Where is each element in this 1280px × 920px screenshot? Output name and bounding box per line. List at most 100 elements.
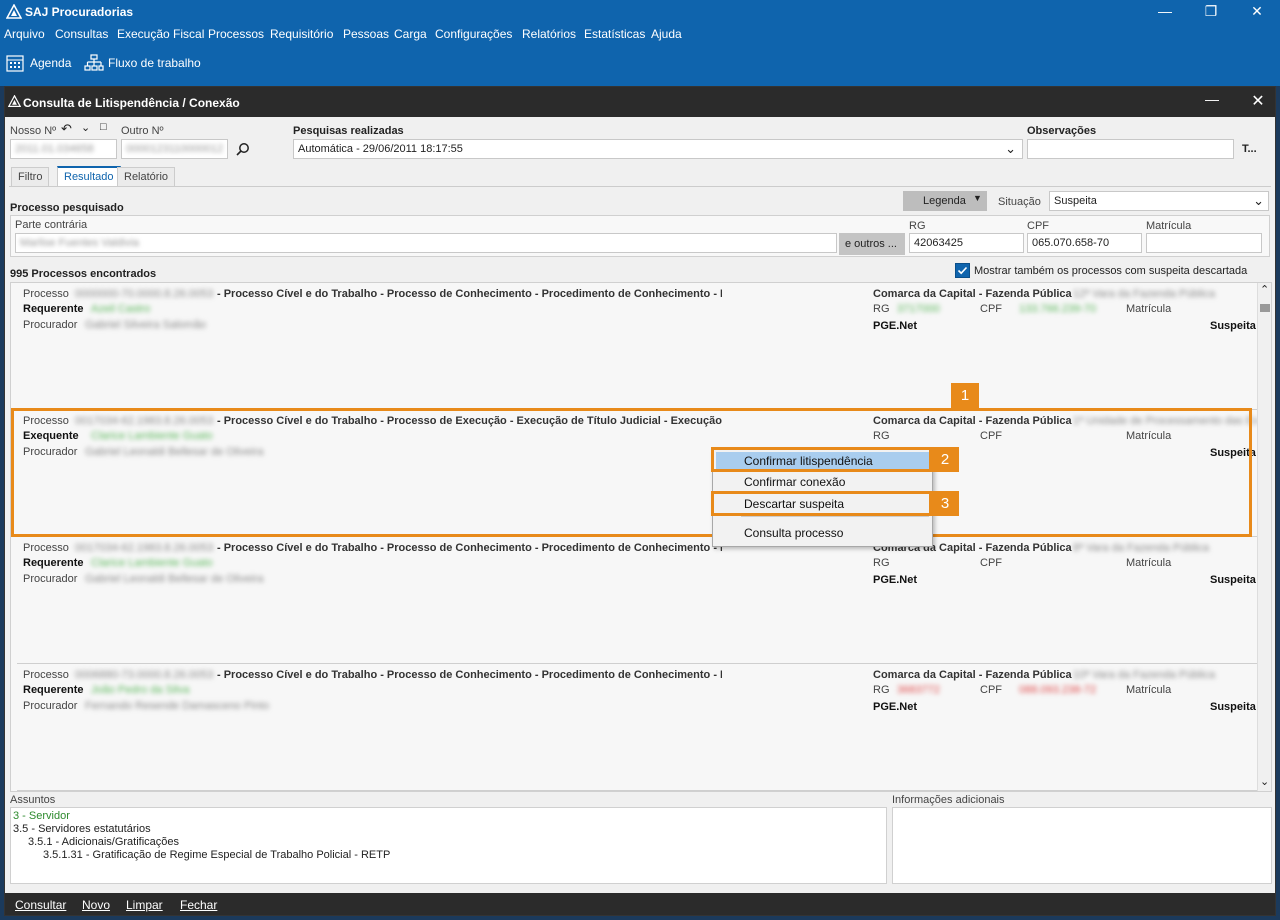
callout-1: 1 <box>951 383 979 409</box>
fluxo-trabalho-button[interactable]: Fluxo de trabalho <box>84 54 201 76</box>
search-icon[interactable] <box>236 142 250 156</box>
nosso-numero-input[interactable]: 2011.01.034658 <box>10 139 117 159</box>
procurador-name: Gabriel Silveira Salomão <box>85 319 207 331</box>
processos-count: 995 Processos encontrados <box>10 268 157 280</box>
party-name: João Pedro da Silva <box>91 684 190 696</box>
outros-button[interactable]: e outros ... <box>839 233 905 255</box>
novo-button[interactable]: Novo <box>82 898 110 912</box>
menu-separator <box>741 516 929 517</box>
procurador-label: Procurador <box>23 319 78 331</box>
menu-processos[interactable]: Processos <box>208 27 264 41</box>
rg-label: RG <box>909 220 926 232</box>
menu-estatisticas[interactable]: Estatísticas <box>584 27 645 41</box>
party-role: Requerente <box>23 684 84 696</box>
menu-item-confirmar-conexao[interactable]: Confirmar conexão <box>744 475 845 489</box>
menu-item-consulta-processo[interactable]: Consulta processo <box>744 526 843 540</box>
result-record[interactable]: Processo 0006880-73.0000.8.26.0053 - Pro… <box>17 664 1263 791</box>
mostrar-descartada-checkbox[interactable] <box>955 263 970 278</box>
menu-carga[interactable]: Carga <box>394 27 427 41</box>
processo-description: - Processo Cível e do Trabalho - Process… <box>217 288 722 300</box>
pge-net-label: PGE.Net <box>873 701 918 713</box>
processo-label: Processo <box>23 669 69 681</box>
limpar-button[interactable]: Limpar <box>126 898 163 912</box>
menu-pessoas[interactable]: Pessoas <box>343 27 389 41</box>
scroll-thumb[interactable] <box>1260 304 1270 312</box>
callout-3: 3 <box>931 491 959 516</box>
situacao-label: Situação <box>998 196 1041 208</box>
legenda-dropdown-icon: ▼ <box>973 193 982 203</box>
processo-number: 0006880-73.0000.8.26.0053 <box>75 669 214 681</box>
rg-input[interactable]: 42063425 <box>909 233 1024 253</box>
assunto-line-1[interactable]: 3 - Servidor <box>13 810 70 822</box>
pesquisas-realizadas-select[interactable]: Automática - 29/06/2011 18:17:55 ⌄ <box>293 139 1023 159</box>
parte-contraria-input[interactable]: Marlise Fuentes Valdivia <box>15 233 837 253</box>
menu-item-3-highlight <box>711 491 932 516</box>
tab-resultado[interactable]: Resultado <box>57 166 121 186</box>
record-rg-value: 3717000 <box>897 303 940 315</box>
menu-consultas[interactable]: Consultas <box>55 27 108 41</box>
situacao-value: Suspeita <box>1054 195 1097 207</box>
vara: 10ª Vara da Fazenda Pública <box>1073 669 1216 681</box>
legenda-button[interactable]: Legenda ▼ <box>903 191 987 211</box>
window-close-icon[interactable]: ✕ <box>1247 91 1269 111</box>
result-record[interactable]: Processo 0000000-70.0000.8.26.0053 - Pro… <box>17 283 1263 410</box>
window-logo-icon <box>8 95 21 107</box>
record-matricula-label: Matrícula <box>1126 684 1172 696</box>
record-rg-label: RG <box>873 557 890 569</box>
party-name: Azeil Castro <box>91 303 151 315</box>
assunto-line-2[interactable]: 3.5 - Servidores estatutários <box>13 823 151 835</box>
outro-numero-input[interactable]: 0000123110000012 <box>121 139 228 159</box>
menu-execucao-fiscal[interactable]: Execução Fiscal <box>117 27 204 41</box>
procurador-name: Gabriel Leonaldi Bellesar de Oliveira <box>85 573 264 585</box>
scroll-down-icon[interactable]: ⌄ <box>1260 775 1269 788</box>
record-rg-label: RG <box>873 684 890 696</box>
undo-icon[interactable]: ↶ <box>61 121 72 137</box>
status-suspeita: Suspeita <box>1210 574 1256 586</box>
consultar-button[interactable]: Consultar <box>15 898 66 912</box>
party-name: Clarice Lambiente Guato <box>91 557 213 569</box>
fluxo-label: Fluxo de trabalho <box>108 56 201 70</box>
matricula-input[interactable] <box>1146 233 1262 253</box>
tab-filtro[interactable]: Filtro <box>11 167 50 186</box>
situacao-select[interactable]: Suspeita ⌄ <box>1049 191 1269 211</box>
record-matricula-label: Matrícula <box>1126 303 1172 315</box>
record-cpf-value: 133.766.239-70 <box>1019 303 1097 315</box>
record-matricula-label: Matrícula <box>1126 557 1172 569</box>
results-scrollbar[interactable]: ⌃ ⌄ <box>1257 283 1271 791</box>
menu-configuracoes[interactable]: Configurações <box>435 27 512 41</box>
window-minimize-icon[interactable]: — <box>1201 91 1223 111</box>
record-cpf-label: CPF <box>980 557 1002 569</box>
restore-icon[interactable]: ❐ <box>1188 0 1234 24</box>
legenda-label: Legenda <box>923 195 966 207</box>
processo-description: - Processo Cível e do Trabalho - Process… <box>217 542 722 554</box>
tab-relatorio[interactable]: Relatório <box>117 167 176 186</box>
app-logo-icon <box>6 4 22 19</box>
menu-relatorios[interactable]: Relatórios <box>522 27 576 41</box>
observacoes-expand-button[interactable]: T... <box>1242 143 1257 155</box>
menu-arquivo[interactable]: Arquivo <box>4 27 45 41</box>
bookmark-icon[interactable]: □ <box>100 121 107 133</box>
outro-numero-label: Outro Nº <box>121 125 164 137</box>
close-app-icon[interactable]: ✕ <box>1234 0 1280 24</box>
observacoes-input[interactable] <box>1027 139 1234 159</box>
informacoes-adicionais-panel[interactable] <box>892 807 1272 884</box>
assunto-line-3[interactable]: 3.5.1 - Adicionais/Gratificações <box>28 836 179 848</box>
minimize-icon[interactable]: — <box>1142 0 1188 24</box>
cpf-input[interactable]: 065.070.658-70 <box>1027 233 1142 253</box>
fechar-button[interactable]: Fechar <box>180 898 217 912</box>
menu-requisitorio[interactable]: Requisitório <box>270 27 333 41</box>
procurador-name: Fernando Resende Damasceno Pinto <box>85 700 270 712</box>
footer-bar: Consultar Novo Limpar Fechar <box>5 893 1275 915</box>
record-cpf-value: 088.093.238-72 <box>1019 684 1097 696</box>
scroll-up-icon[interactable]: ⌃ <box>1260 283 1269 296</box>
status-suspeita: Suspeita <box>1210 320 1256 332</box>
chevron-down-icon[interactable]: ⌄ <box>81 121 90 134</box>
assunto-line-4[interactable]: 3.5.1.31 - Gratificação de Regime Especi… <box>43 849 390 861</box>
checkmark-icon <box>957 266 968 275</box>
litispendencia-window: Consulta de Litispendência / Conexão — ✕… <box>4 86 1276 916</box>
menu-bar: Arquivo Consultas Execução Fiscal Proces… <box>0 24 1280 44</box>
callout-2: 2 <box>931 447 959 472</box>
agenda-button[interactable]: Agenda <box>6 54 71 76</box>
result-record[interactable]: Processo 0017034-62.1983.8.26.0053 - Pro… <box>17 537 1263 664</box>
menu-ajuda[interactable]: Ajuda <box>651 27 682 41</box>
